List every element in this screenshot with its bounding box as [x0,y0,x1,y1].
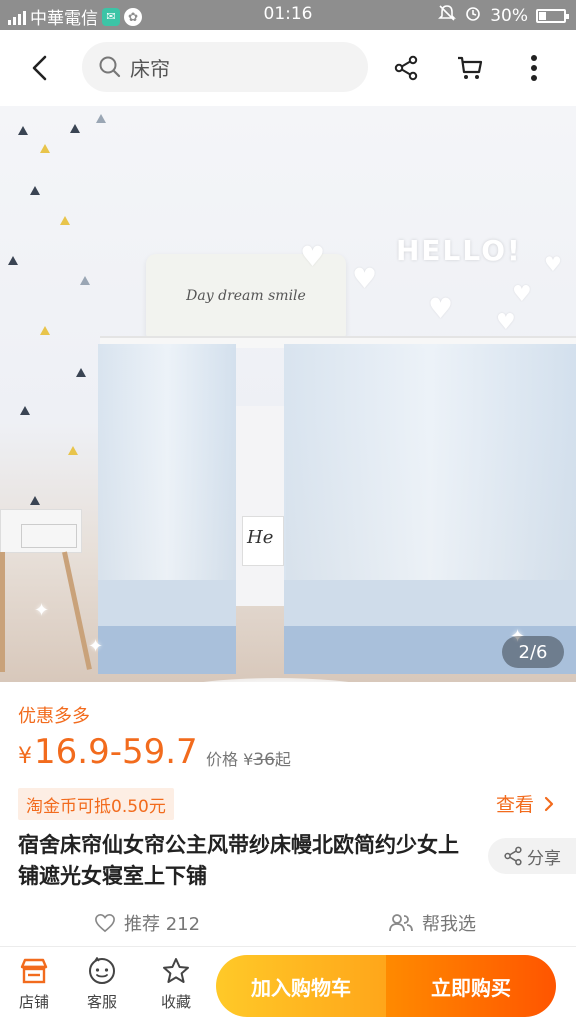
heart-icon: ♥ [352,262,378,295]
share-pill-button[interactable]: 分享 [488,838,576,874]
heart-outline-icon [95,913,115,933]
top-nav: 床帘 [0,30,576,106]
cart-button[interactable] [454,52,486,84]
promo-label: 优惠多多 [18,706,90,727]
price-range: 16.9-59.7 [34,732,198,772]
original-price: 价格 ¥36起 [206,746,291,770]
service-tab[interactable]: 客服 [72,957,132,1012]
original-price-suffix: 起 [274,750,291,769]
bed-opening: He [236,406,286,606]
search-query: 床帘 [130,56,170,81]
bottom-action-bar: 店铺 客服 收藏 加入购物车 立即购买 [0,946,576,1024]
desk-drawer [21,524,77,548]
original-price-prefix: 价格 ¥ [206,750,254,769]
search-bar[interactable]: 床帘 [82,42,368,92]
product-image-gallery[interactable]: Day dream smile He HELLO! ♥ ♥ ♥ ♥ ♥ ♥ ✦ … [0,106,576,682]
heart-icon: ♥ [428,292,454,325]
view-more-label: 查看 [495,794,534,816]
star-icon [163,958,189,983]
share-label: 分享 [527,848,561,869]
curtain-stripe [98,580,236,626]
heart-icon: ♥ [544,252,562,276]
help-choose-button[interactable]: 帮我选 [388,910,476,936]
coin-discount-badge: 淘金币可抵0.50元 [18,788,174,820]
more-icon [531,55,537,81]
product-info: 优惠多多 ¥ 16.9-59.7 价格 ¥36起 淘金币可抵0.50元 查看 宿… [0,682,576,946]
customer-service-icon [89,957,115,984]
store-icon [20,958,48,984]
service-label: 客服 [86,993,117,1011]
curtain-stripe [284,580,576,626]
battery-fill [539,11,546,20]
back-icon [32,55,47,81]
sparkle-icon: ✦ [34,600,50,621]
product-title: 宿舍床帘仙女帘公主风带纱床幔北欧简约少女上铺遮光女寝室上下铺 [18,833,459,888]
alarm-icon [464,4,482,27]
curtain-left [98,344,236,674]
store-tab[interactable]: 店铺 [4,957,64,1012]
pillow-text: Day dream smile [186,288,306,304]
more-button[interactable] [518,52,550,84]
people-icon [389,914,413,932]
recommend-button[interactable]: 推荐 212 [94,910,200,936]
heart-icon: ♥ [512,282,532,307]
battery-percent: 30% [490,5,528,26]
buy-now-button[interactable]: 立即购买 [386,955,556,1017]
hello-cushion: He [242,516,284,566]
curtain-base [98,626,236,674]
price: ¥ 16.9-59.7 [18,732,198,772]
search-icon [99,56,121,78]
sparkle-icon: ✦ [88,636,104,657]
heart-icon: ♥ [496,310,516,335]
mute-icon [438,4,457,27]
favorite-tab[interactable]: 收藏 [146,957,206,1012]
recommend-count: 推荐 212 [124,914,201,935]
view-more-link[interactable]: 查看 [496,790,554,817]
status-right: 30% [438,4,569,27]
desk-leg [0,552,5,672]
share-icon [504,846,522,866]
back-button[interactable] [24,52,56,84]
favorite-label: 收藏 [160,993,191,1011]
hello-overlay: HELLO! [396,234,522,267]
side-desk [0,509,82,553]
share-icon [394,55,418,81]
add-to-cart-button[interactable]: 加入购物车 [216,955,386,1017]
status-bar: 中華電信 ✉ ✿ 01:16 30% [0,0,576,30]
cart-icon [458,56,483,79]
curtain-right [284,344,576,674]
help-choose-label: 帮我选 [422,914,476,935]
store-label: 店铺 [18,993,49,1011]
price-currency: ¥ [18,744,32,769]
battery-icon [536,8,569,23]
chevron-right-icon [544,796,554,811]
share-button[interactable] [390,52,422,84]
image-pager: 2/6 [502,636,564,668]
heart-icon: ♥ [300,240,326,273]
original-price-value: 36 [253,750,275,770]
